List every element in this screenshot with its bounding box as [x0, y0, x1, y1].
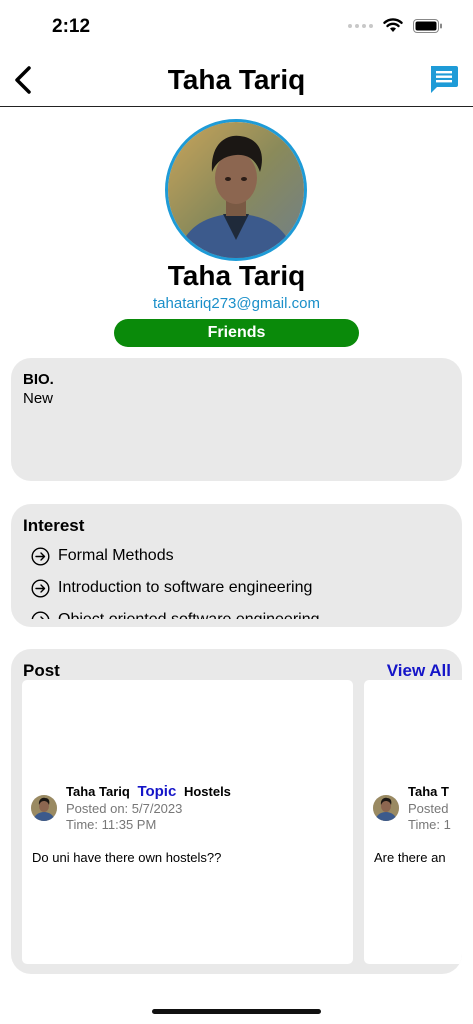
post-card: Post View All Taha Tariq Topic Hostels P…: [11, 649, 462, 974]
bio-text: New: [23, 390, 54, 407]
profile-name: Taha Tariq: [167, 260, 306, 291]
interest-item: Formal Methods: [31, 540, 452, 572]
post-meta: Taha T Posted Time: 1: [408, 783, 451, 833]
interest-item: Introduction to software engineering: [31, 572, 452, 604]
interest-item: Object oriented software engineering: [31, 604, 452, 619]
battery-icon: [413, 18, 442, 33]
post-avatar: [31, 795, 57, 821]
avatar-photo: [31, 795, 57, 821]
post-topic-label: Topic: [137, 783, 177, 800]
home-indicator[interactable]: [152, 1009, 321, 1014]
post-author: Taha T: [408, 784, 449, 799]
post-author-line: Taha Tariq Topic Hostels: [66, 783, 231, 801]
profile-avatar: [165, 119, 307, 261]
interest-card[interactable]: Interest Formal Methods Introduction to …: [11, 504, 462, 627]
wifi-icon: [383, 18, 403, 32]
post-date: Posted on: 5/7/2023: [66, 801, 183, 816]
post-date: Posted: [408, 801, 449, 816]
bio-heading: BIO.: [23, 371, 54, 388]
post-topic: Hostels: [183, 784, 231, 799]
arrow-circle-right-icon: [31, 611, 50, 619]
profile-email[interactable]: tahatariq273@gmail.com: [0, 295, 473, 312]
post-avatar: [373, 795, 399, 821]
status-time: 2:12: [52, 16, 91, 37]
post-time: Time: 1: [408, 817, 451, 832]
bio-card: BIO. New: [11, 358, 462, 481]
interest-list[interactable]: Formal Methods Introduction to software …: [31, 540, 452, 619]
nav-title: Taha Tariq: [167, 64, 306, 95]
post-author: Taha Tariq: [66, 784, 130, 799]
arrow-circle-right-icon: [31, 578, 50, 598]
post-tile[interactable]: Taha T Posted Time: 1 Are there an: [364, 680, 462, 964]
interest-label: Introduction to software engineering: [58, 579, 313, 596]
interest-label: Object oriented software engineering: [58, 611, 320, 619]
status-bar: 2:12: [0, 0, 473, 54]
post-text: Are there an: [374, 850, 446, 865]
post-text: Do uni have there own hostels??: [32, 850, 222, 865]
post-heading: Post: [23, 661, 60, 680]
view-all-link[interactable]: View All: [387, 661, 451, 681]
arrow-circle-right-icon: [31, 546, 50, 566]
post-meta: Taha Tariq Topic Hostels Posted on: 5/7/…: [66, 783, 231, 833]
interest-heading: Interest: [23, 516, 85, 535]
status-icons: [348, 18, 443, 33]
nav-bar: Taha Tariq: [0, 54, 473, 107]
chat-icon[interactable]: [428, 64, 459, 95]
friends-status-button[interactable]: Friends: [114, 319, 359, 347]
post-tile[interactable]: Taha Tariq Topic Hostels Posted on: 5/7/…: [22, 680, 353, 964]
signal-icon: [348, 23, 373, 28]
interest-label: Formal Methods: [58, 547, 174, 564]
post-time: Time: 11:35 PM: [66, 817, 157, 832]
avatar-photo: [373, 795, 399, 821]
post-author-line: Taha T: [408, 783, 451, 801]
avatar-photo: [168, 122, 304, 258]
